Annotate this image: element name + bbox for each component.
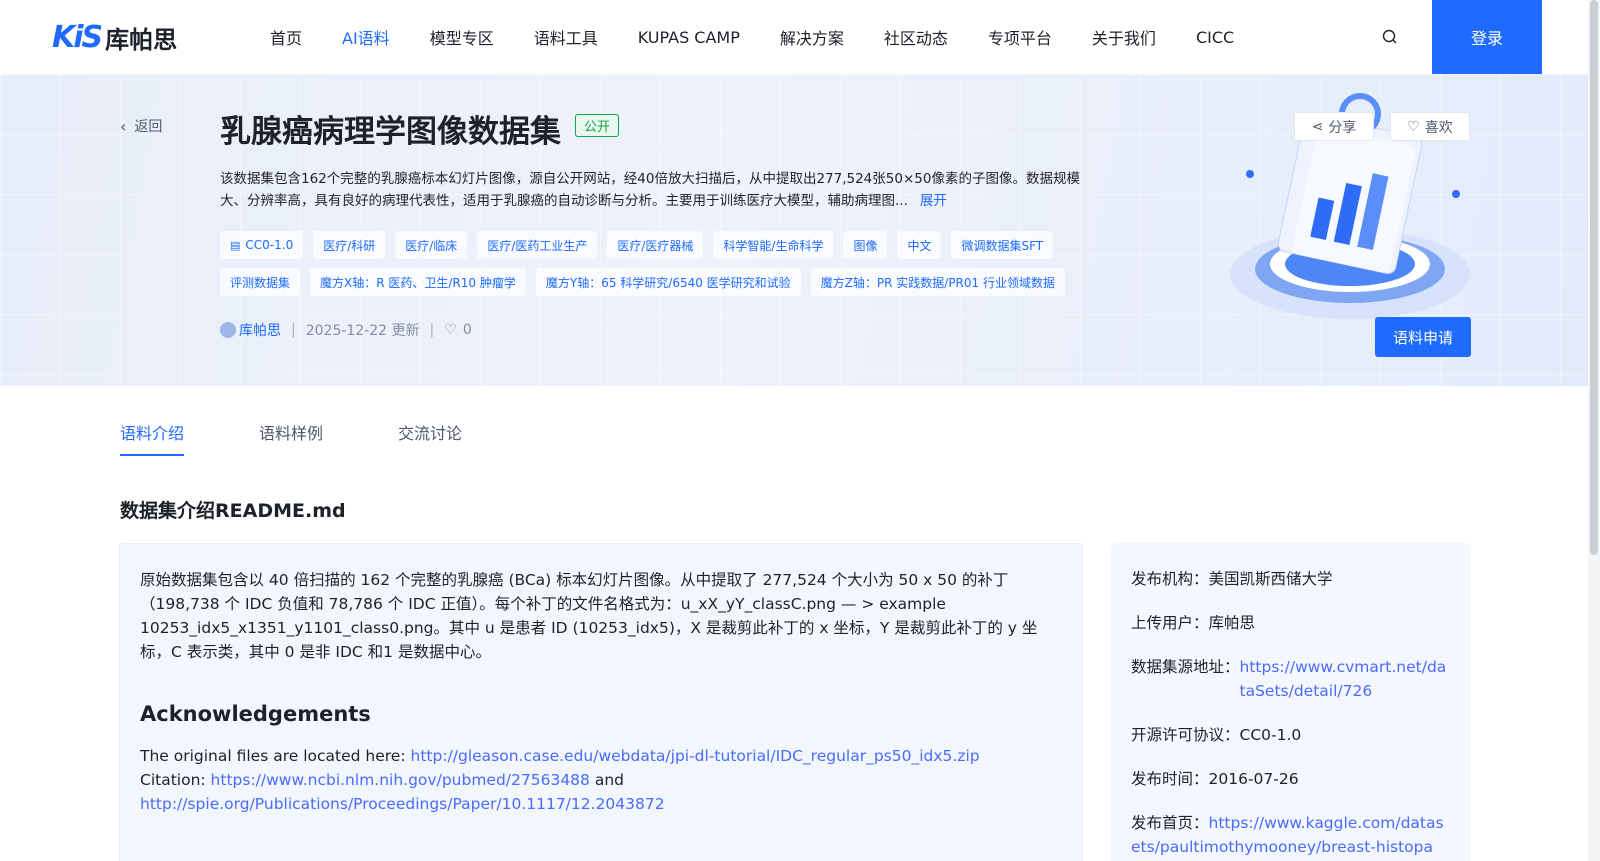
share-icon: ⋖ [1311, 118, 1324, 135]
share-label: 分享 [1328, 119, 1357, 136]
info-source: 数据集源地址： https://www.cvmart.net/dataSets/d… [1131, 655, 1451, 703]
tag-item[interactable]: 科学智能/生命科学 [713, 231, 834, 259]
citation-line: Citation: https://www.ncbi.nlm.nih.gov/p… [140, 768, 1062, 792]
readme-card: 原始数据集包含以 40 倍扫描的 162 个完整的乳腺癌 (BCa) 标本幻灯片… [119, 543, 1083, 861]
like-button[interactable]: ♡ 喜欢 [1390, 112, 1470, 141]
tag-item[interactable]: 中文 [897, 231, 942, 259]
info-value: CC0-1.0 [1239, 726, 1302, 744]
avatar [220, 322, 236, 338]
tag-item[interactable]: 医疗/医药工业生产 [477, 231, 598, 259]
expand-link[interactable]: 展开 [920, 193, 947, 209]
info-uploader: 上传用户： 库帕思 [1131, 611, 1451, 635]
apply-corpus-button[interactable]: 语料申请 [1375, 317, 1471, 357]
citation-link-2[interactable]: http://spie.org/Publications/Proceedings… [140, 795, 665, 813]
info-value: 库帕思 [1208, 614, 1256, 632]
info-label: 发布首页： [1131, 814, 1209, 832]
info-homepage: 发布首页：https://www.kaggle.com/datasets/pau… [1131, 811, 1451, 859]
nav-item-cicc[interactable]: CICC [1196, 28, 1234, 47]
visibility-badge: 公开 [575, 114, 620, 137]
nav-item-community[interactable]: 社区动态 [884, 25, 948, 49]
dataset-info-card: 发布机构： 美国凯斯西储大学 上传用户： 库帕思 数据集源地址： https://ww… [1111, 543, 1471, 861]
files-prefix: The original files are located here: [140, 747, 411, 765]
nav-item-kupas-camp[interactable]: KUPAS CAMP [638, 28, 740, 47]
main-nav: 首页 AI语料 模型专区 语料工具 KUPAS CAMP 解决方案 社区动态 专… [270, 0, 1274, 74]
logo-mark: KiS [52, 19, 103, 55]
nav-item-ai-corpus[interactable]: AI语料 [342, 25, 390, 49]
dataset-hero: ‹ 返回 乳腺癌病理学图像数据集 公开 该数据集包含162个完整的乳腺癌标本幻灯… [0, 74, 1588, 386]
tag-item[interactable]: 魔方Y轴：65 科学研究/6540 医学研究和试验 [535, 268, 801, 296]
acknowledgements-heading: Acknowledgements [140, 702, 371, 726]
divider: | [429, 322, 435, 338]
page-scrollbar[interactable] [1588, 0, 1600, 861]
heart-icon: ♡ [1407, 118, 1420, 135]
citation-prefix: Citation: [140, 771, 211, 789]
description-text: 该数据集包含162个完整的乳腺癌标本幻灯片图像，源自公开网站，经40倍放大扫描后… [220, 171, 1080, 209]
files-link[interactable]: http://gleason.case.edu/webdata/jpi-dl-t… [411, 747, 980, 765]
share-button[interactable]: ⋖ 分享 [1294, 112, 1374, 141]
citation-line-2: http://spie.org/Publications/Proceedings… [140, 792, 1062, 816]
readme-title: 数据集介绍README.md [120, 500, 346, 522]
info-label: 数据集源地址： [1131, 658, 1240, 676]
tag-item[interactable]: 医疗/临床 [395, 231, 468, 259]
tag-item[interactable]: 魔方Z轴：PR 实践数据/PR01 行业领域数据 [810, 268, 1065, 296]
tag-item[interactable]: 图像 [843, 231, 888, 259]
tag-item[interactable]: 评测数据集 [220, 268, 301, 296]
dataset-description: 该数据集包含162个完整的乳腺癌标本幻灯片图像，源自公开网站，经40倍放大扫描后… [220, 168, 1090, 212]
citation-link[interactable]: https://www.ncbi.nlm.nih.gov/pubmed/2756… [211, 771, 590, 789]
nav-item-solutions[interactable]: 解决方案 [780, 25, 844, 49]
nav-item-corpus-tools[interactable]: 语料工具 [534, 25, 598, 49]
readme-body: 原始数据集包含以 40 倍扫描的 162 个完整的乳腺癌 (BCa) 标本幻灯片… [140, 571, 1038, 661]
info-license: 开源许可协议： CC0-1.0 [1131, 723, 1451, 747]
updated-date: 2025-12-22 更新 [305, 323, 420, 339]
tag-license[interactable]: ▤ CC0-1.0 [220, 231, 304, 259]
citation-and: and [589, 771, 624, 789]
document-icon: ▤ [230, 238, 241, 252]
like-count: 0 [462, 322, 472, 338]
info-value: 美国凯斯西储大学 [1208, 570, 1333, 588]
logo-text: 库帕思 [105, 25, 178, 54]
nav-item-about[interactable]: 关于我们 [1092, 25, 1156, 49]
info-date: 发布时间： 2016-07-26 [1131, 767, 1451, 791]
login-button[interactable]: 登录 [1432, 0, 1542, 74]
dataset-meta: 库帕思 | 2025-12-22 更新 | ♡ 0 [220, 320, 472, 340]
chevron-left-icon: ‹ [120, 116, 127, 136]
info-label: 发布时间： [1131, 770, 1209, 788]
tag-item[interactable]: 魔方X轴：R 医药、卫生/R10 肿瘤学 [310, 268, 526, 296]
top-header: KiS 库帕思 首页 AI语料 模型专区 语料工具 KUPAS CAMP 解决方… [0, 0, 1588, 74]
source-link[interactable]: https://www.cvmart.net/dataSets/detail/7… [1240, 655, 1451, 703]
nav-item-platforms[interactable]: 专项平台 [988, 25, 1052, 49]
files-line: The original files are located here: htt… [140, 744, 1062, 768]
info-label: 发布机构： [1131, 570, 1209, 588]
back-link[interactable]: ‹ 返回 [120, 116, 162, 136]
tag-label: CC0-1.0 [245, 238, 294, 252]
divider: | [291, 322, 296, 338]
nav-item-models[interactable]: 模型专区 [430, 25, 494, 49]
tag-list: ▤ CC0-1.0 医疗/科研 医疗/临床 医疗/医药工业生产 医疗/医疗器械 科… [220, 231, 1100, 305]
info-label: 开源许可协议： [1131, 726, 1240, 744]
tag-item[interactable]: 微调数据集SFT [951, 231, 1054, 259]
tab-discussion[interactable]: 交流讨论 [398, 420, 462, 456]
back-label: 返回 [134, 119, 163, 135]
info-publisher: 发布机构： 美国凯斯西储大学 [1131, 567, 1451, 591]
scrollbar-thumb[interactable] [1590, 0, 1598, 555]
content-tabs: 语料介绍 语料样例 交流讨论 [120, 420, 537, 456]
info-label: 上传用户： [1131, 614, 1209, 632]
tab-introduction[interactable]: 语料介绍 [120, 420, 185, 456]
tab-samples[interactable]: 语料样例 [259, 420, 323, 456]
heart-icon: ♡ [444, 322, 457, 338]
site-logo[interactable]: KiS 库帕思 [52, 18, 177, 56]
tag-item[interactable]: 医疗/医疗器械 [607, 231, 704, 259]
tag-item[interactable]: 医疗/科研 [313, 231, 386, 259]
search-icon[interactable] [1380, 27, 1400, 47]
nav-item-home[interactable]: 首页 [270, 25, 302, 49]
uploader-link[interactable]: 库帕思 [239, 320, 281, 340]
info-value: 2016-07-26 [1208, 770, 1299, 788]
dataset-title: 乳腺癌病理学图像数据集 [220, 114, 561, 150]
like-label: 喜欢 [1424, 119, 1453, 136]
